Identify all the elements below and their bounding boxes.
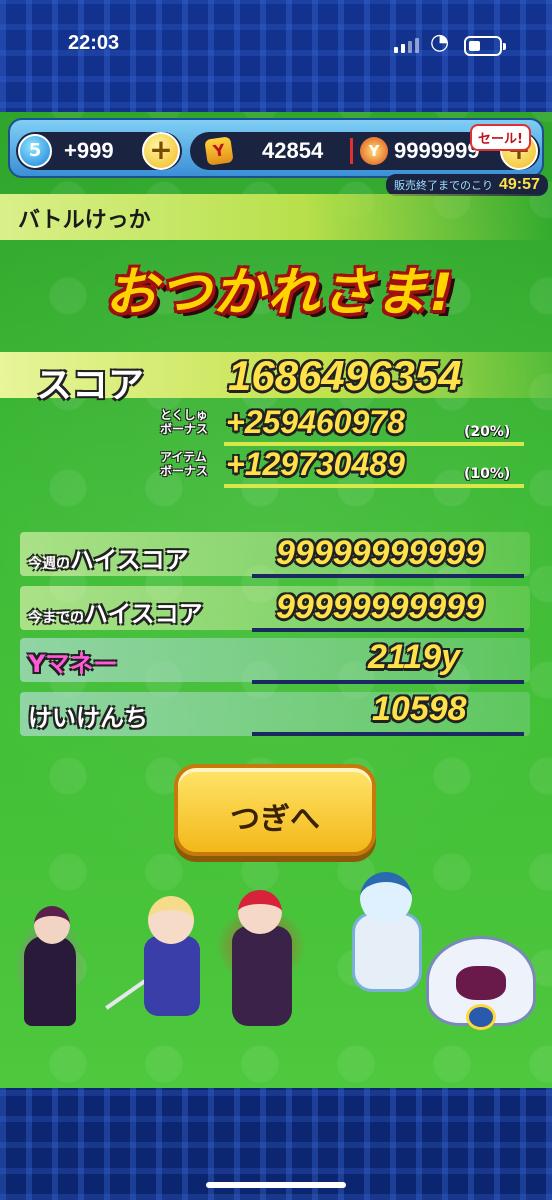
next-button[interactable]: つぎへ (174, 764, 376, 856)
page-title: バトルけっか (18, 208, 151, 233)
battery-icon (464, 36, 506, 56)
stat-underline (252, 680, 524, 684)
gem-amount: 9999999 (394, 138, 480, 163)
special-bonus-value: +259460978 (226, 404, 405, 440)
alltime-high-value: 99999999999 (276, 588, 485, 626)
bonus-underline (224, 484, 524, 488)
money-amount: 42854 (262, 138, 324, 163)
next-button-label: つぎへ (230, 802, 320, 837)
special-bonus-label-top: とくしゅ (160, 408, 208, 422)
sale-badge[interactable]: セール! (470, 124, 531, 151)
alltime-high-label-main: ハイスコア (84, 600, 203, 628)
character-dark-lady (14, 876, 94, 1046)
energy-icon: 5 (18, 134, 52, 168)
weekly-high-label: 今週のハイスコア (28, 540, 189, 575)
stat-underline (252, 574, 524, 578)
battle-result-header: バトルけっか (0, 194, 552, 240)
energy-amount: +999 (64, 138, 114, 163)
character-blond-knight (105, 866, 220, 1036)
stat-underline (252, 628, 524, 632)
stat-underline (252, 732, 524, 736)
signal-icon (394, 38, 419, 53)
battle-result-screen: 5 +999 + Y 42854 Y 9999999 + セール! 販売終了まで… (0, 112, 552, 1088)
experience-value: 10598 (372, 690, 467, 728)
home-indicator[interactable] (206, 1182, 346, 1188)
clock: 22:03 (68, 32, 120, 54)
weekly-high-value: 99999999999 (276, 534, 485, 572)
item-bonus-value: +129730489 (226, 446, 405, 482)
item-bonus-label-top: アイテム (160, 450, 207, 464)
alltime-high-label: 今までのハイスコア (28, 594, 203, 629)
ymoney-label: Yマネー (28, 650, 118, 678)
gem-icon: Y (360, 137, 388, 165)
special-bonus-label: とくしゅ ボーナス (160, 408, 208, 436)
character-party (0, 856, 552, 1088)
score-label: スコア (36, 365, 145, 406)
character-red-hair-girl (216, 866, 312, 1046)
sale-timer: 販売終了までのこり 49:57 (386, 174, 548, 196)
divider (350, 138, 353, 164)
add-energy-button[interactable]: + (142, 132, 180, 170)
currency-bar: 5 +999 + Y 42854 Y 9999999 + セール! (8, 118, 544, 178)
banner-title: おつかれさま! (105, 263, 455, 323)
weekly-high-label-small: 今週の (28, 556, 70, 572)
money-icon: Y (204, 136, 234, 166)
special-bonus-percent: (20%) (464, 424, 511, 440)
alltime-high-label-small: 今までの (28, 610, 84, 626)
weekly-high-label-main: ハイスコア (70, 546, 189, 574)
experience-label: けいけんち (28, 704, 148, 732)
wifi-icon: ◔ (430, 30, 450, 55)
ymoney-value: 2119y (368, 638, 461, 676)
special-bonus-label-bottom: ボーナス (160, 422, 209, 436)
sale-timer-label: 販売終了までのこり (394, 179, 493, 192)
item-bonus-percent: (10%) (464, 466, 511, 482)
energy-pill: 5 +999 + (16, 132, 182, 170)
character-ghost-monster (412, 876, 552, 1046)
status-bar: 22:03 ◔ (0, 0, 552, 90)
score-value: 1686496354 (228, 352, 462, 399)
item-bonus-label-bottom: ボーナス (160, 464, 209, 478)
sale-timer-value: 49:57 (499, 176, 540, 193)
item-bonus-label: アイテム ボーナス (160, 450, 208, 478)
